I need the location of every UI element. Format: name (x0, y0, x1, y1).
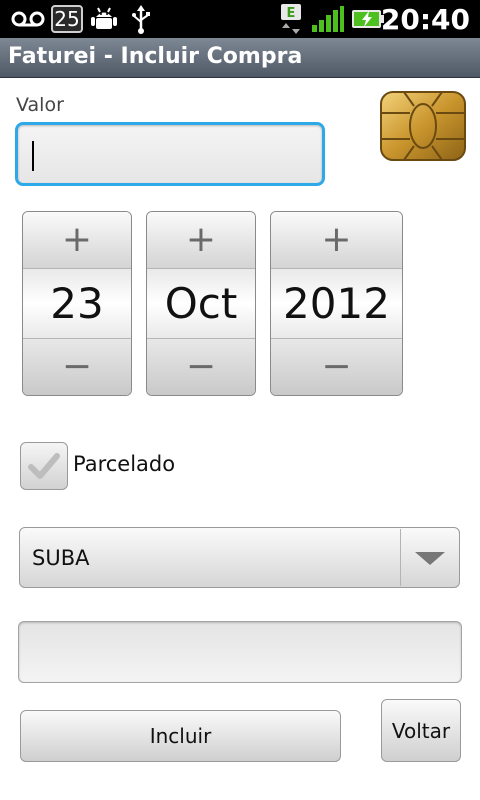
year-decrement-button[interactable]: − (271, 338, 402, 395)
day-increment-button[interactable]: + (23, 212, 131, 269)
notification-count-badge: 25 (50, 0, 84, 38)
day-value[interactable]: 23 (23, 269, 131, 338)
notification-count: 25 (51, 5, 83, 33)
day-decrement-button[interactable]: − (23, 338, 131, 395)
parcelado-checkbox[interactable] (20, 442, 68, 490)
month-picker: + Oct − (146, 211, 256, 396)
voltar-button[interactable]: Voltar (381, 699, 461, 762)
month-increment-button[interactable]: + (147, 212, 255, 269)
year-value[interactable]: 2012 (271, 269, 402, 338)
plus-icon: + (321, 219, 352, 260)
android-debug-icon (88, 0, 120, 38)
page-title: Faturei - Incluir Compra (8, 44, 303, 69)
minus-icon: − (61, 346, 93, 387)
screen: 25 E 20:40 Faturei - Incluir Compra Valo… (0, 0, 480, 800)
description-input[interactable] (18, 621, 462, 683)
minus-icon: − (185, 346, 217, 387)
signal-icon (310, 0, 346, 38)
plus-icon: + (185, 219, 217, 260)
month-decrement-button[interactable]: − (147, 338, 255, 395)
text-cursor (32, 141, 34, 171)
valor-label: Valor (16, 94, 64, 116)
month-value[interactable]: Oct (147, 269, 255, 338)
parcelado-label[interactable]: Parcelado (73, 452, 175, 476)
day-picker: + 23 − (22, 211, 132, 396)
category-dropdown[interactable]: SUBA (19, 527, 460, 588)
voicemail-icon (10, 0, 46, 38)
plus-icon: + (61, 219, 93, 260)
year-increment-button[interactable]: + (271, 212, 402, 269)
title-bar: Faturei - Incluir Compra (0, 38, 480, 78)
minus-icon: − (321, 346, 352, 387)
card-chip-icon[interactable] (380, 91, 466, 161)
chevron-down-icon (401, 528, 459, 587)
valor-input[interactable] (15, 122, 325, 186)
year-picker: + 2012 − (270, 211, 403, 396)
category-selected-value: SUBA (32, 546, 90, 570)
status-time: 20:40 (380, 3, 470, 36)
incluir-button[interactable]: Incluir (20, 710, 341, 762)
network-type: E (287, 6, 296, 21)
usb-icon (126, 0, 156, 38)
data-edge-icon: E (278, 0, 304, 38)
checkmark-icon (28, 453, 60, 479)
status-bar: 25 E 20:40 (0, 0, 480, 38)
